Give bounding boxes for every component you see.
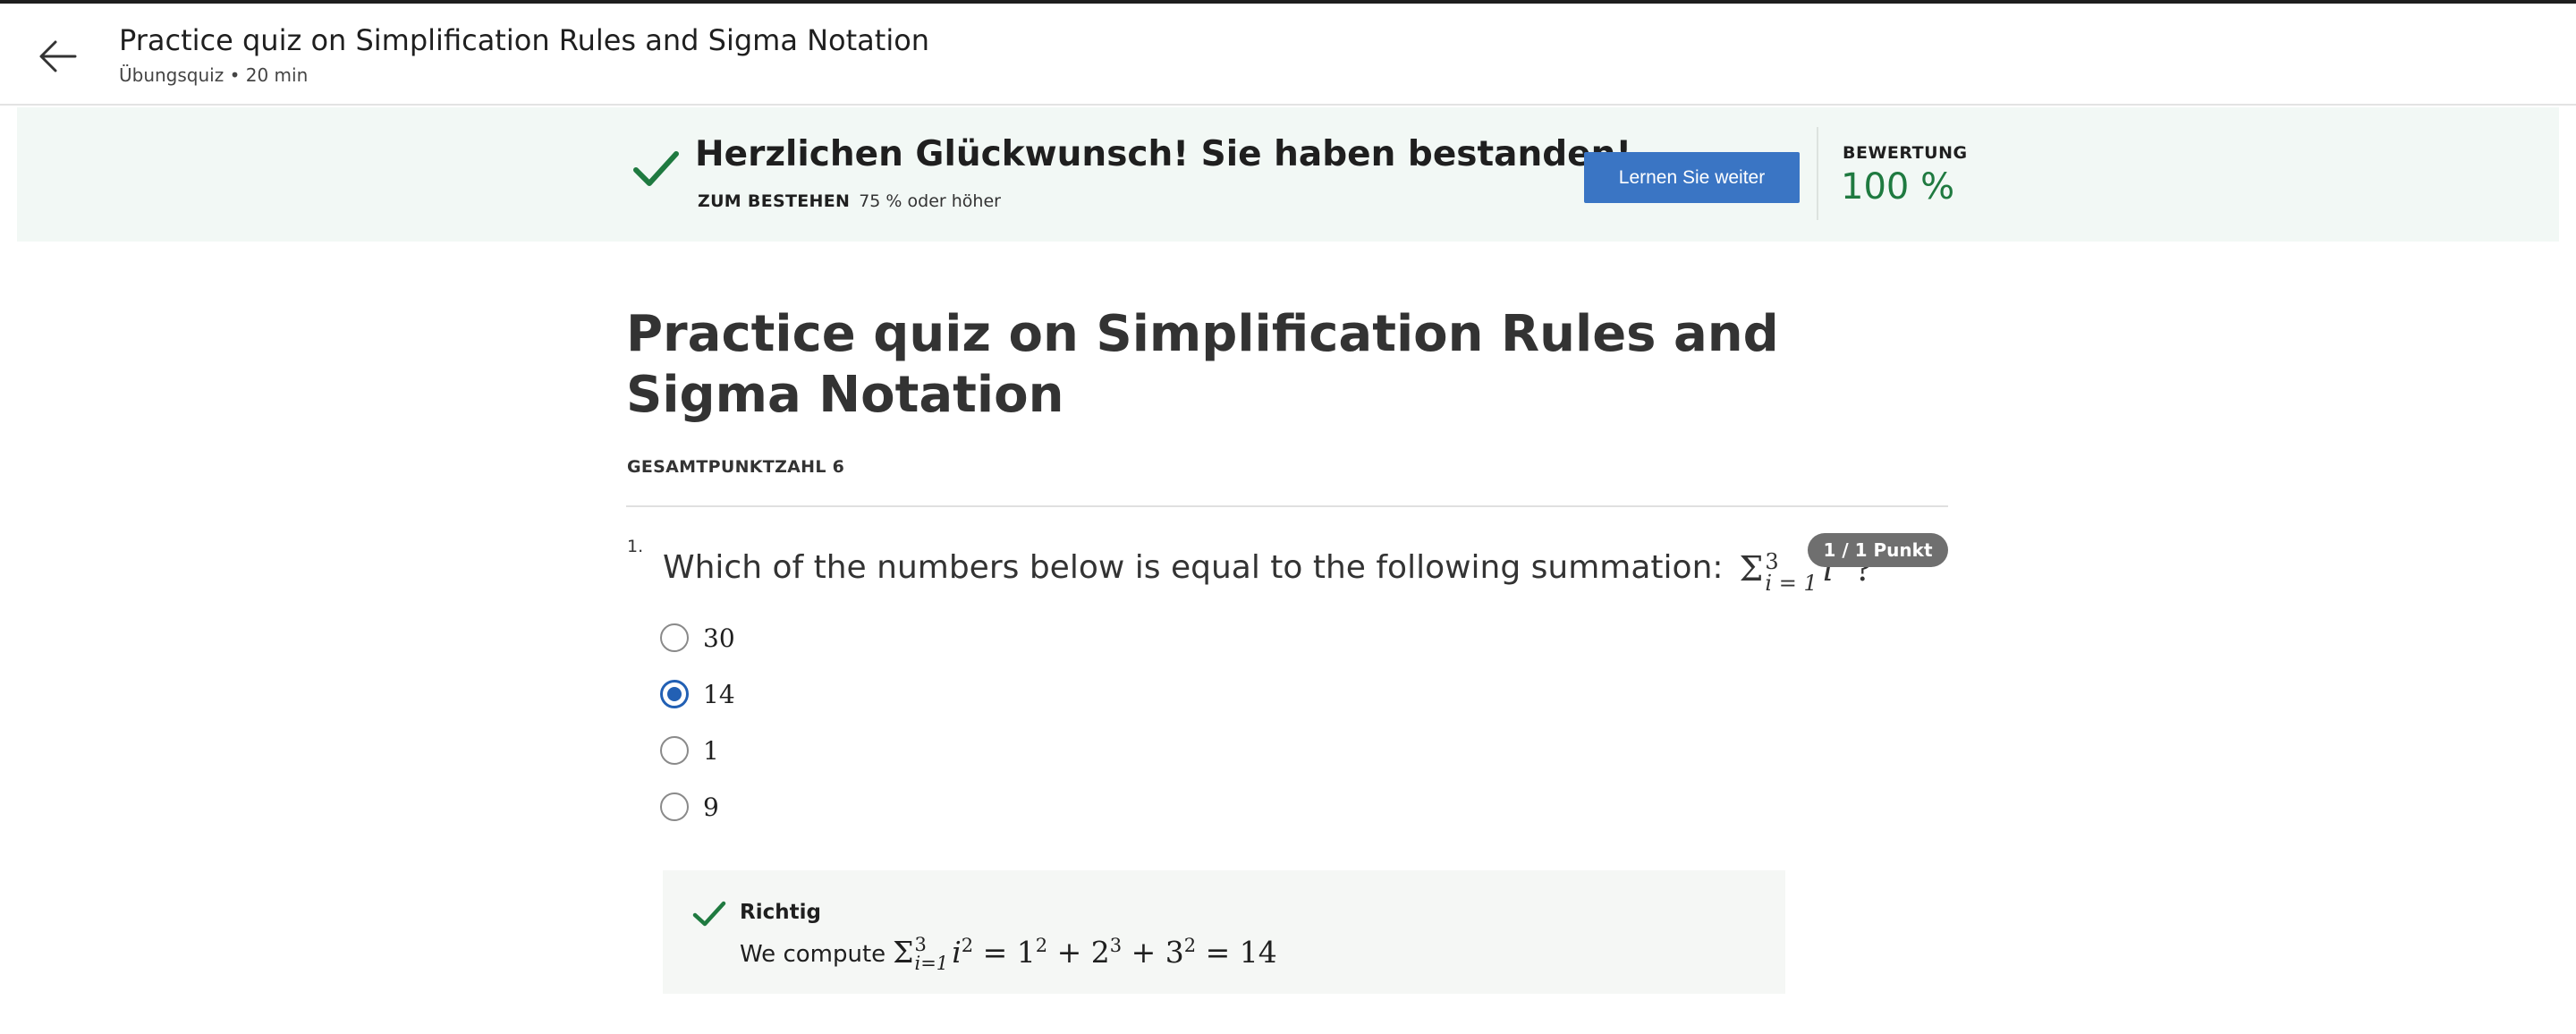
exponent: 2 <box>961 935 974 956</box>
passing-requirement: ZUM BESTEHEN 75 % oder höher <box>698 191 1001 211</box>
banner-divider <box>1817 127 1818 220</box>
radio-button[interactable] <box>660 736 689 765</box>
plus-three: + 3 <box>1131 935 1184 970</box>
question-number: 1. <box>627 537 644 556</box>
passing-value: 75 % oder höher <box>859 191 1001 211</box>
answer-option[interactable]: 9 <box>660 792 735 822</box>
answer-option[interactable]: 14 <box>660 679 735 709</box>
sigma-symbol: Σ <box>893 935 914 970</box>
sum-term: i <box>952 935 962 970</box>
exponent: 2 <box>1183 935 1197 956</box>
header-subtitle: Übungsquiz • 20 min <box>119 64 309 86</box>
answer-option-label: 14 <box>703 679 735 709</box>
grade-value: 100 % <box>1841 166 1955 208</box>
result: = 14 <box>1205 935 1277 970</box>
check-icon <box>633 151 679 186</box>
feedback-explanation: We compute Σ 3 i=1 i2 = 12 + 23 + 32 = 14 <box>740 935 1277 973</box>
banner-title: Herzlichen Glückwunsch! Sie haben bestan… <box>695 134 1632 174</box>
radio-button[interactable] <box>660 623 689 652</box>
passing-label: ZUM BESTEHEN <box>698 191 851 211</box>
feedback-formula: Σ 3 i=1 i2 = 12 + 23 + 32 = 14 <box>893 935 1277 973</box>
total-points: GESAMTPUNKTZAHL 6 <box>627 457 845 477</box>
plus-two: + 2 <box>1056 935 1110 970</box>
radio-button-selected[interactable] <box>660 680 689 708</box>
page-header: Practice quiz on Simplification Rules an… <box>0 4 2576 106</box>
quiz-title: Practice quiz on Simplification Rules an… <box>626 305 1779 424</box>
exponent: 2 <box>1035 935 1048 956</box>
answer-options: 30 14 1 9 <box>660 623 735 849</box>
radio-button[interactable] <box>660 792 689 821</box>
sum-lower-limit: i=1 <box>914 953 949 974</box>
continue-learning-button[interactable]: Lernen Sie weiter <box>1584 152 1800 203</box>
back-button[interactable] <box>36 34 80 79</box>
exponent: 3 <box>1109 935 1123 956</box>
answer-option-label: 30 <box>703 623 735 653</box>
answer-feedback: Richtig We compute Σ 3 i=1 i2 = 12 + 23 + 3… <box>663 870 1785 994</box>
sum-upper-limit: 3 <box>914 934 927 955</box>
answer-option[interactable]: 30 <box>660 623 735 653</box>
answer-option-label: 1 <box>703 735 719 766</box>
answer-option-label: 9 <box>703 792 719 822</box>
answer-option[interactable]: 1 <box>660 735 735 766</box>
question-prompt: Which of the numbers below is equal to t… <box>663 543 1873 596</box>
check-icon <box>692 901 726 927</box>
divider <box>626 505 1948 507</box>
sigma-symbol: Σ <box>1739 549 1764 589</box>
equals-one: = 1 <box>982 935 1036 970</box>
feedback-status: Richtig <box>740 901 821 924</box>
grade-label: BEWERTUNG <box>1843 143 1968 163</box>
radio-dot <box>667 687 682 701</box>
sum-lower-limit: i = 1 <box>1765 570 1818 596</box>
question-text: Which of the numbers below is equal to t… <box>663 548 1724 586</box>
arrow-left-icon <box>39 40 77 72</box>
points-badge: 1 / 1 Punkt <box>1808 533 1948 567</box>
header-title: Practice quiz on Simplification Rules an… <box>119 23 930 57</box>
feedback-text: We compute <box>740 940 886 968</box>
result-banner: Herzlichen Glückwunsch! Sie haben bestan… <box>17 107 2559 242</box>
